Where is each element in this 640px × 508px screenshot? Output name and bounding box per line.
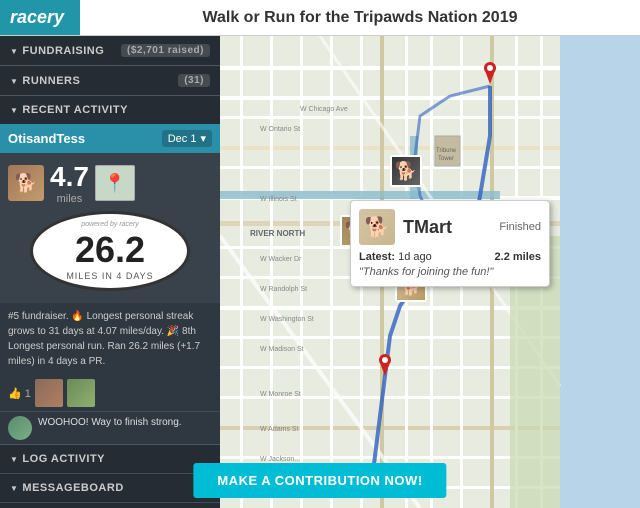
user-avatar: 🐕 [8,165,44,201]
oval-value: 26.2 [66,229,153,271]
map-thumbnail: 📍 [95,165,135,201]
messageboard-label: MESSAGEBOARD [22,482,123,494]
log-activity-label: LOG ACTIVITY [22,453,105,465]
thumb-img-2 [67,379,95,407]
log-activity-header[interactable]: ▼ LOG ACTIVITY [0,445,220,473]
svg-text:RIVER NORTH: RIVER NORTH [250,229,305,238]
about-join-section: ▼ABOUT + JOIN [0,503,220,508]
triangle-icon-3: ▼ [10,106,18,115]
recent-activity-section: ▼ RECENT ACTIVITY OtisandTess Dec 1 ▾ 🐕 4… [0,96,220,445]
messageboard-section: ▼ MESSAGEBOARD [0,474,220,503]
recent-activity-header[interactable]: ▼ RECENT ACTIVITY [0,96,220,124]
thumb-img-1 [35,379,63,407]
oval-sub: MILES IN 4 DAYS [66,271,153,281]
fundraising-header[interactable]: ▼ FUNDRAISING ($2,701 raised) [0,36,220,65]
recent-activity-label: RECENT ACTIVITY [22,104,128,116]
tmart-name: TMart [403,217,452,238]
activity-text: #5 fundraiser. 🔥 Longest personal streak… [0,303,220,375]
dropdown-icon: ▾ [200,132,206,145]
runners-section: ▼ RUNNERS (31) [0,66,220,96]
svg-text:W Ontario St: W Ontario St [260,126,300,133]
runners-badge: (31) [178,74,210,87]
svg-text:W Monroe St: W Monroe St [260,391,301,398]
user-name: OtisandTess [8,131,85,146]
popup-latest-label: Latest: 1d ago [359,251,432,263]
miles-number: 4.7 [50,161,89,193]
popup-miles: 2.2 miles [495,251,541,263]
page-title: Walk or Run for the Tripawds Nation 2019 [80,9,640,27]
svg-text:W Wacker Dr: W Wacker Dr [260,256,302,263]
svg-text:W Randolph St: W Randolph St [260,286,307,293]
oval-powered: powered by racery [66,221,153,228]
map-dog-photo-1: 🐕 [390,155,422,187]
popup-quote: "Thanks for joining the fun!" [359,266,541,278]
user-card: OtisandTess Dec 1 ▾ [0,124,220,153]
fundraising-label: FUNDRAISING [22,45,104,57]
runners-label: RUNNERS [22,75,80,87]
miles-value: 4.7 miles [50,161,89,205]
about-join-header[interactable]: ▼ABOUT + JOIN [0,503,220,508]
tmart-popup: 🐕 TMart Finished Latest: 1d ago 2.2 mile… [350,200,550,287]
svg-text:W Adams St: W Adams St [260,426,299,433]
fundraising-badge: ($2,701 raised) [121,44,210,57]
svg-text:W Madison St: W Madison St [260,346,304,353]
svg-text:W Jackson...: W Jackson... [260,456,300,463]
tmart-avatar: 🐕 [359,209,395,245]
svg-text:W Illinois St: W Illinois St [260,196,297,203]
oval-sticker: powered by racery 26.2 MILES IN 4 DAYS [30,211,190,291]
svg-text:W Chicago Ave: W Chicago Ave [300,106,348,113]
svg-text:Tribune: Tribune [436,148,457,154]
triangle-icon-4: ▼ [10,455,18,464]
miles-label: miles [50,193,89,205]
svg-text:W Washington St: W Washington St [260,316,314,323]
logo[interactable]: racery [0,0,80,35]
runners-header[interactable]: ▼ RUNNERS (31) [0,66,220,95]
fundraising-section: ▼ FUNDRAISING ($2,701 raised) [0,36,220,66]
triangle-icon-2: ▼ [10,77,18,86]
header: racery Walk or Run for the Tripawds Nati… [0,0,640,36]
commenter-avatar [8,416,32,440]
sidebar: ▼ FUNDRAISING ($2,701 raised) ▼ RUNNERS (3… [0,36,220,508]
triangle-icon: ▼ [10,47,18,56]
like-count[interactable]: 👍 1 [8,387,31,400]
comment-row: WOOHOO! Way to finish strong. [0,411,220,444]
miles-display: 🐕 4.7 miles 📍 [8,161,212,205]
thumbs-row: 👍 1 [0,375,220,411]
stats-panel: 🐕 4.7 miles 📍 powered by racery 26.2 MIL… [0,153,220,303]
tmart-status: Finished [499,221,541,233]
user-date-value: Dec 1 [168,133,197,145]
messageboard-header[interactable]: ▼ MESSAGEBOARD [0,474,220,502]
svg-text:Tower: Tower [438,156,454,162]
cta-button[interactable]: MAKE A CONTRIBUTION NOW! [193,463,446,498]
user-date[interactable]: Dec 1 ▾ [162,130,212,147]
comment-text: WOOHOO! Way to finish strong. [38,416,182,430]
triangle-icon-5: ▼ [10,484,18,493]
log-activity-section: ▼ LOG ACTIVITY [0,445,220,474]
